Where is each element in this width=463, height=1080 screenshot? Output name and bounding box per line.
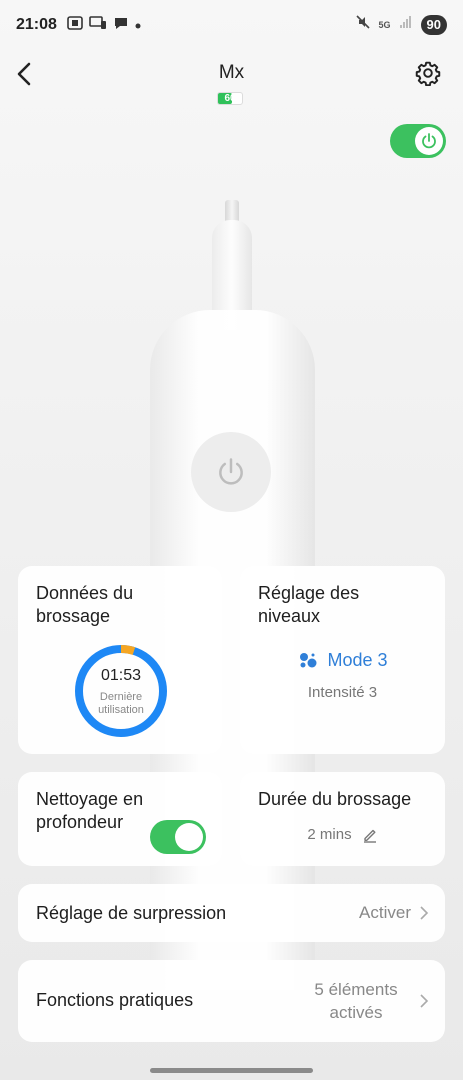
mode-line: Mode 3 xyxy=(240,650,445,671)
chevron-right-icon xyxy=(420,994,429,1008)
signal-icon xyxy=(399,15,413,34)
practical-functions-row[interactable]: Fonctions pratiques 5 éléments activés xyxy=(18,960,445,1042)
device-battery-indicator: 60 xyxy=(217,92,243,105)
deep-cleaning-toggle[interactable] xyxy=(150,820,206,854)
power-icon xyxy=(422,133,436,149)
last-use-label: Dernière utilisation xyxy=(98,691,144,716)
edit-pencil-icon xyxy=(363,829,376,843)
gear-icon xyxy=(415,61,441,86)
deep-cleaning-title: Nettoyage en profondeur xyxy=(36,789,144,832)
chat-bubble-icon xyxy=(113,16,129,35)
practical-functions-label: Fonctions pratiques xyxy=(36,990,194,1010)
power-icon xyxy=(219,458,243,485)
duration-line: 2 mins xyxy=(240,826,445,843)
deep-cleaning-toggle-knob xyxy=(175,823,203,851)
mode-value: Mode 3 xyxy=(327,650,388,670)
last-brushing-time: 01:53 xyxy=(100,667,142,684)
brushing-duration-card[interactable]: Durée du brossage 2 mins xyxy=(240,772,445,866)
level-setting-title: Réglage des niveaux xyxy=(258,583,360,626)
power-toggle-knob xyxy=(415,127,443,155)
level-setting-card[interactable]: Réglage des niveaux Mode 3 Intensité 3 xyxy=(240,566,445,754)
power-toggle[interactable] xyxy=(390,124,446,158)
intensity-value: Intensité 3 xyxy=(307,684,378,701)
brushing-data-card[interactable]: Données du brossage 01:53 Dernière utili… xyxy=(18,566,222,754)
battery-indicator: 90 xyxy=(420,14,447,35)
network-label: 5G xyxy=(378,19,391,30)
suppression-setting-row[interactable]: Réglage de surpression Activer xyxy=(18,884,445,942)
suppression-value: Activer xyxy=(359,903,411,922)
mute-icon xyxy=(355,14,371,35)
cast-icon xyxy=(89,15,107,35)
practical-functions-value: 5 éléments activés xyxy=(314,980,398,1022)
brushing-duration-title: Durée du brossage xyxy=(258,789,412,809)
deep-cleaning-card: Nettoyage en profondeur xyxy=(18,772,222,866)
header: Mx 60 xyxy=(0,50,463,120)
brushing-progress-ring: 01:53 Dernière utilisation xyxy=(73,643,169,739)
ring-center: 01:53 Dernière utilisation xyxy=(73,643,169,739)
duration-value: 2 mins xyxy=(307,826,352,843)
brush-power-button xyxy=(191,432,271,512)
brushing-data-title: Données du brossage xyxy=(36,583,134,626)
status-right: 5G 90 xyxy=(355,14,447,35)
page-title: Mx xyxy=(218,62,245,83)
status-time: 21:08 xyxy=(16,16,57,33)
home-indicator[interactable] xyxy=(150,1068,313,1073)
dot-icon xyxy=(135,16,141,34)
device-battery-text: 60 xyxy=(224,93,236,104)
suppression-label: Réglage de surpression xyxy=(36,903,227,923)
mode-bubbles-icon xyxy=(300,652,317,667)
chevron-right-icon xyxy=(420,906,429,920)
screenshot-icon xyxy=(67,15,83,35)
status-bar: 21:08 5G 90 xyxy=(0,0,463,50)
settings-button[interactable] xyxy=(413,58,443,88)
